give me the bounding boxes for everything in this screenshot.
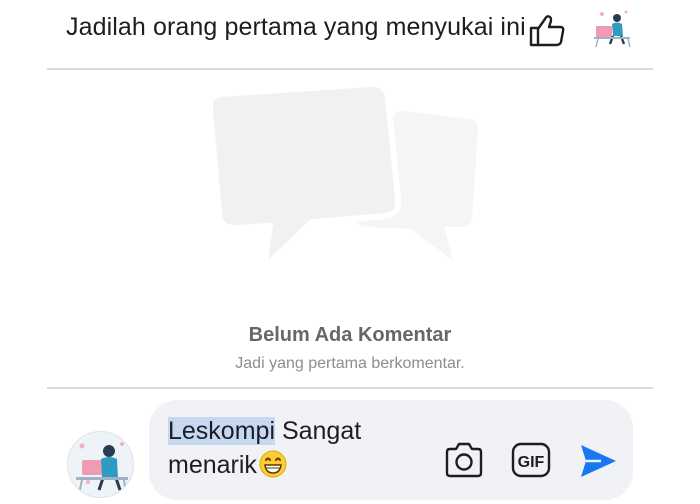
empty-state-title: Belum Ada Komentar <box>248 324 452 346</box>
camera-icon[interactable] <box>443 441 485 479</box>
user-avatar-icon[interactable] <box>590 8 634 48</box>
bottom-divider <box>47 387 653 389</box>
empty-state-subtitle: Jadi yang pertama berkomentar. <box>235 355 465 372</box>
gif-label: GIF <box>518 454 545 471</box>
user-avatar-icon <box>76 442 128 495</box>
gif-icon: GIF <box>511 442 551 478</box>
send-icon[interactable] <box>577 441 619 481</box>
gif-button[interactable]: GIF <box>510 441 552 479</box>
comment-input-box[interactable]: Leskompi Sangat menarik GIF <box>149 400 633 500</box>
chat-bubbles-icon <box>206 80 485 277</box>
like-bar: Jadilah orang pertama yang menyukai ini <box>0 0 700 68</box>
comment-input-text[interactable]: Leskompi Sangat menarik <box>168 414 428 482</box>
like-prompt-text: Jadilah orang pertama yang menyukai ini <box>66 13 526 41</box>
grinning-face-emoji-icon <box>259 450 287 478</box>
composer-avatar[interactable] <box>67 431 134 498</box>
top-divider <box>47 68 653 70</box>
selected-text: Leskompi <box>168 417 275 445</box>
thumbs-up-icon[interactable] <box>527 13 567 47</box>
comments-screen: Jadilah orang pertama yang menyukai ini … <box>0 0 700 504</box>
